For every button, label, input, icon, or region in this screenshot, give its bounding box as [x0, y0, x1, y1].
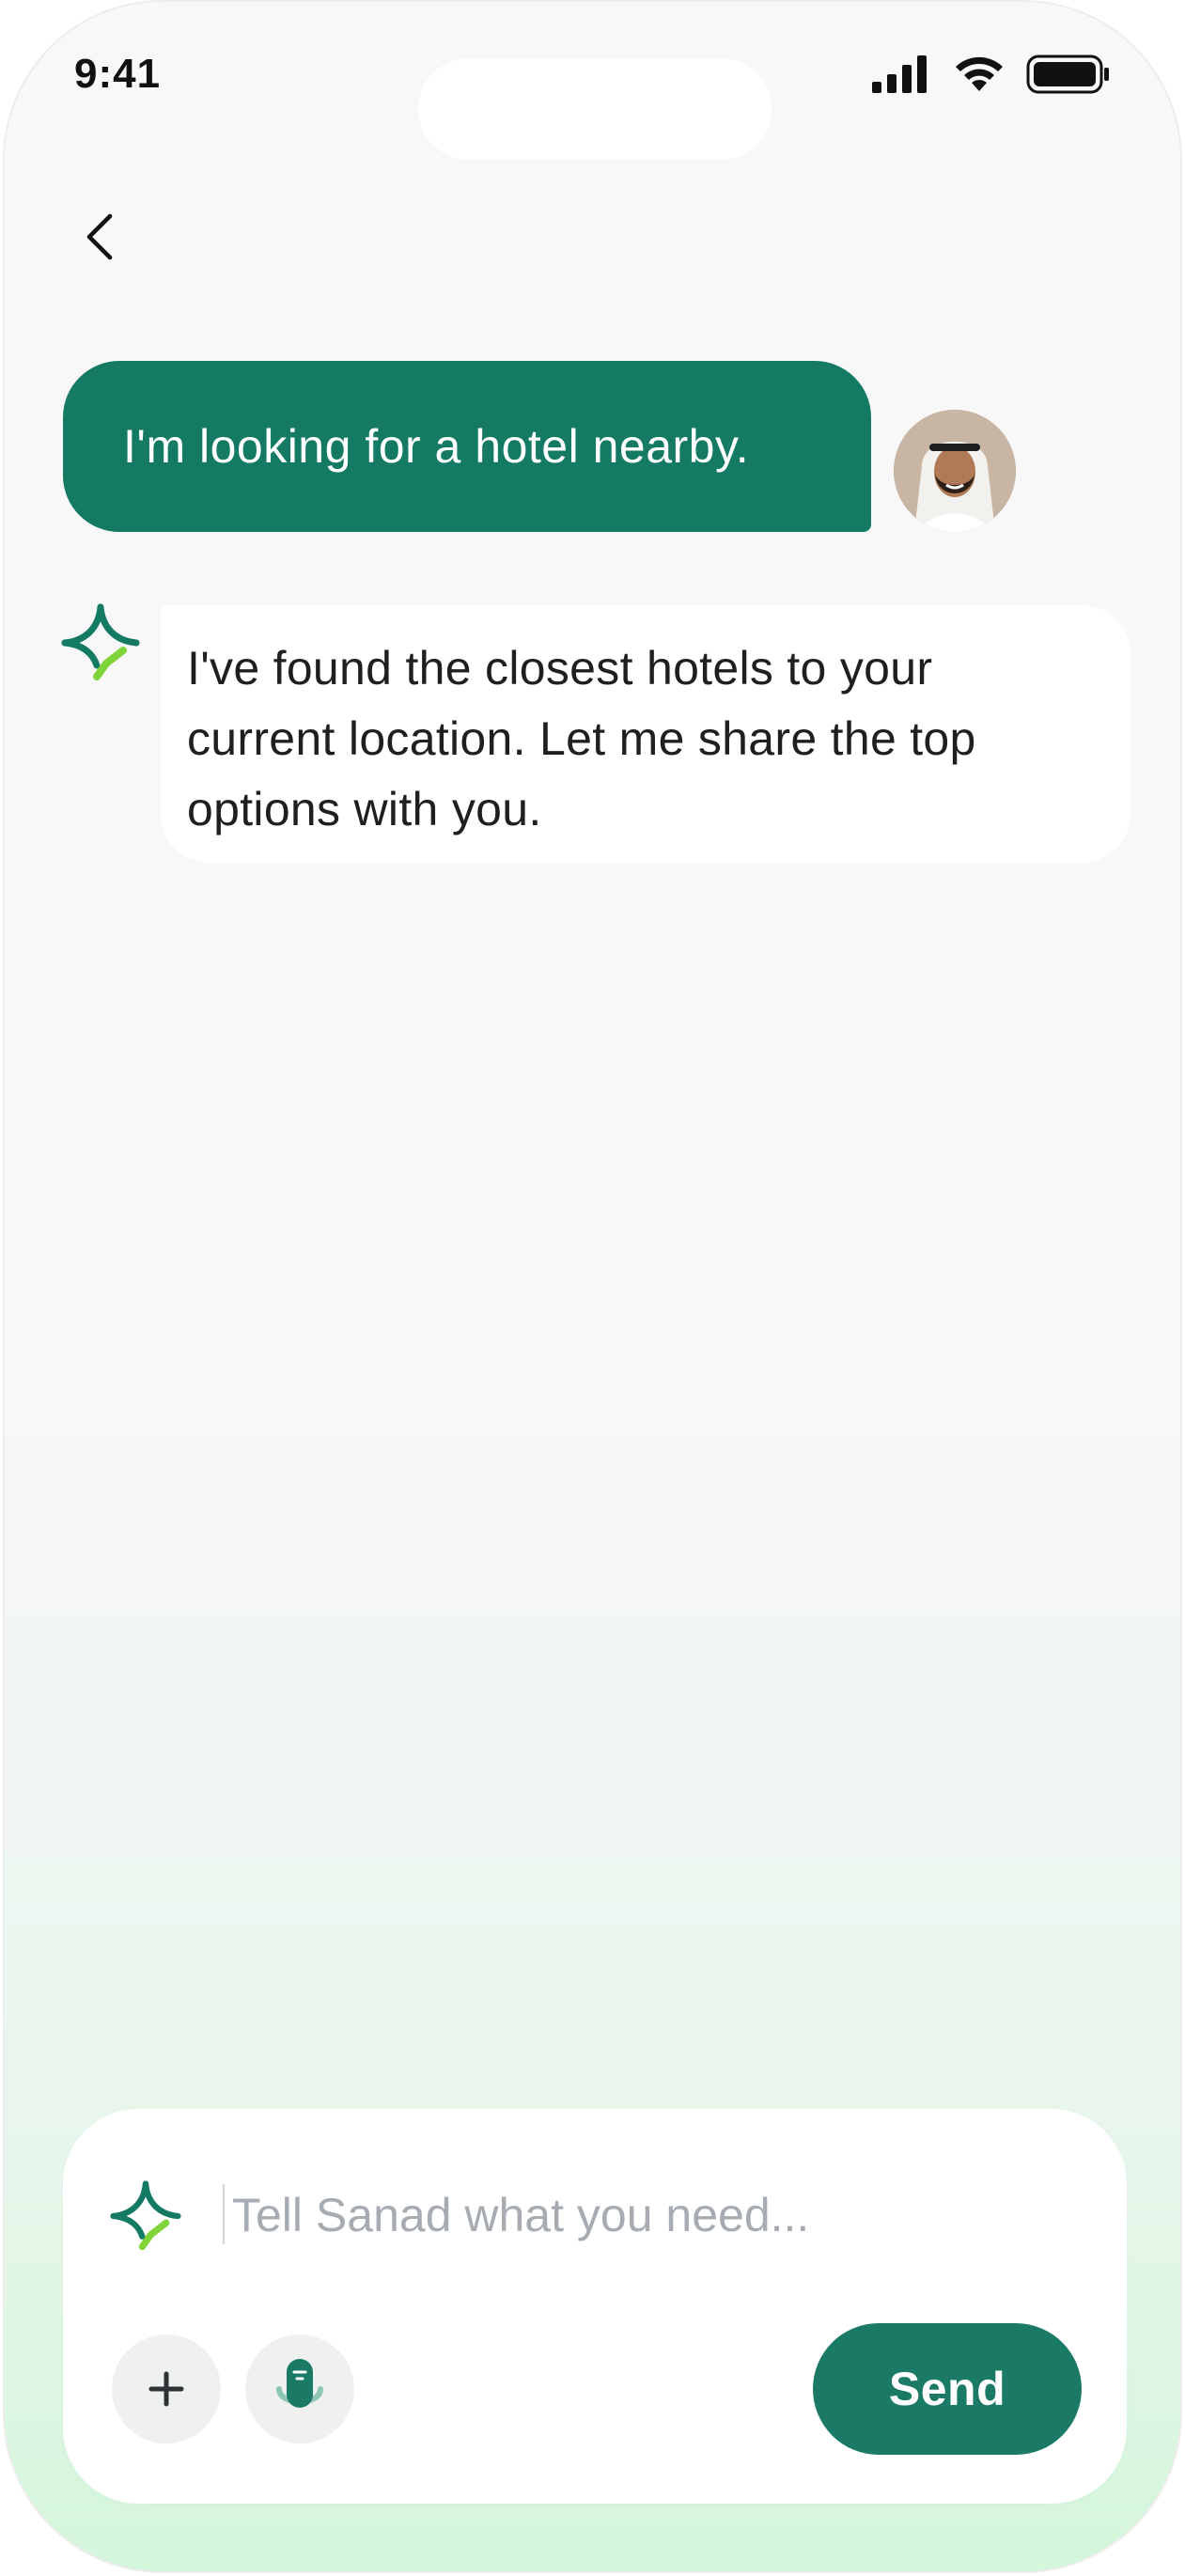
add-attachment-button[interactable] [112, 2334, 221, 2443]
phone-screen: 9:41 I'm looking for a hotel nearby. I'v… [3, 0, 1182, 2573]
message-input[interactable] [232, 2182, 1078, 2248]
sanad-logo-icon [61, 603, 140, 680]
sanad-logo-icon [110, 2180, 181, 2251]
user-avatar [894, 410, 1016, 532]
back-button[interactable] [70, 207, 131, 267]
battery-icon [1026, 55, 1109, 94]
send-button[interactable]: Send [813, 2323, 1082, 2455]
assistant-message-line: current location. Let me share the top [187, 712, 976, 765]
voice-input-button[interactable] [245, 2334, 354, 2443]
cellular-signal-icon [872, 55, 927, 93]
microphone-icon [276, 2359, 323, 2408]
dynamic-island [418, 58, 772, 160]
user-avatar-image [894, 410, 1016, 532]
plus-icon [148, 2371, 184, 2407]
chevron-left-icon [86, 213, 113, 260]
status-time: 9:41 [74, 51, 162, 97]
assistant-message-line: I've found the closest hotels to your [187, 642, 933, 695]
assistant-message-bubble: I've found the closest hotels to your cu… [161, 605, 1130, 863]
assistant-message-line: options with you. [187, 783, 542, 835]
user-message-text: I'm looking for a hotel nearby. [123, 420, 750, 473]
user-message-bubble: I'm looking for a hotel nearby. [63, 361, 871, 532]
wifi-icon [956, 56, 1003, 91]
text-caret [223, 2184, 225, 2244]
message-composer: Send [63, 2109, 1127, 2504]
status-icons [872, 55, 1111, 94]
